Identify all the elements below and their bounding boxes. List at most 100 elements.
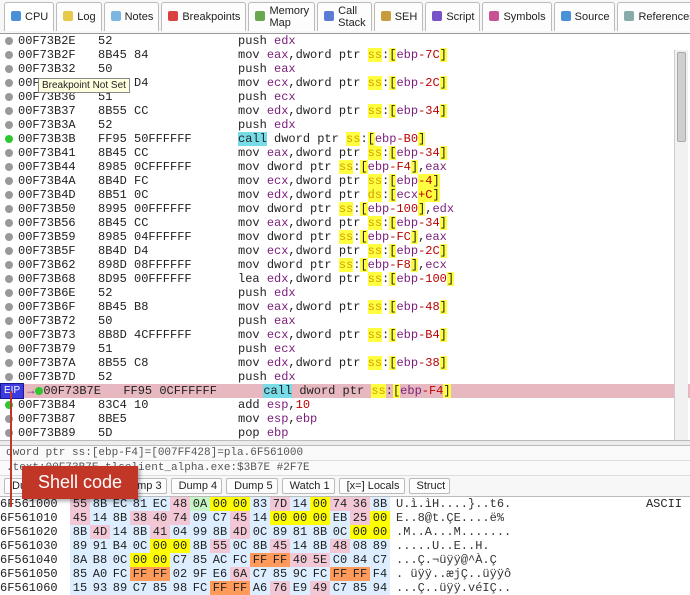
tab-breakpoints[interactable]: Breakpoints xyxy=(161,2,246,31)
hex-byte: 85 xyxy=(190,553,210,567)
hex-byte: 8B xyxy=(90,497,110,511)
breakpoint-bullet xyxy=(5,205,13,213)
breakpoint-bullet xyxy=(5,93,13,101)
disasm-row[interactable]: 00F73B2F8B45 84mov eax,dword ptr ss:[ebp… xyxy=(0,48,690,62)
breakpoint-gutter[interactable] xyxy=(0,359,18,367)
scrollbar[interactable] xyxy=(674,50,688,440)
dump-tab-5[interactable]: Watch 1 xyxy=(282,478,335,494)
hex-row[interactable]: 6F56105085A0FCFFFF029FE66AC7859CFCFFFFF4… xyxy=(0,567,690,581)
hex-row[interactable]: 6F5610208B4D148B4104998B4D0C89818B0C0000… xyxy=(0,525,690,539)
breakpoint-gutter[interactable] xyxy=(0,51,18,59)
breakpoint-gutter[interactable] xyxy=(0,429,18,437)
hex-row[interactable]: 6F561000558BEC81EC480A0000837D140074368B… xyxy=(0,497,690,511)
tab-script[interactable]: Script xyxy=(425,2,480,31)
breakpoint-gutter[interactable] xyxy=(0,275,18,283)
disasm-row[interactable]: 00F73B688D95 00FFFFFFlea edx,dword ptr s… xyxy=(0,272,690,286)
breakpoint-gutter[interactable] xyxy=(0,317,18,325)
scrollbar-thumb[interactable] xyxy=(677,52,686,142)
hex-byte: FF xyxy=(330,567,350,581)
tab-source[interactable]: Source xyxy=(554,2,616,31)
disasm-row[interactable]: 00F73B895Dpop ebp xyxy=(0,426,690,440)
tab-symbols[interactable]: Symbols xyxy=(482,2,551,31)
disasm-row[interactable]: 00F73B3BFF95 50FFFFFFcall dword ptr ss:[… xyxy=(0,132,690,146)
hex-bytes: 159389C78598FCFFFFA676E949C78594 xyxy=(70,581,390,595)
breakpoint-gutter[interactable] xyxy=(0,37,18,45)
disasm-row[interactable]: 00F73B738B8D 4CFFFFFFmov ecx,dword ptr s… xyxy=(0,328,690,342)
disasm-row[interactable]: 00F73B4D8B51 0Cmov edx,dword ptr ds:[ecx… xyxy=(0,188,690,202)
hex-byte: 6A xyxy=(230,567,250,581)
breakpoint-gutter[interactable] xyxy=(0,121,18,129)
hex-row[interactable]: 6F561060159389C78598FCFFFFA676E949C78594… xyxy=(0,581,690,595)
tab-label: CPU xyxy=(25,11,48,23)
hex-row[interactable]: 6F5610408AB80C0000C785ACFCFFFF405EC084C7… xyxy=(0,553,690,567)
breakpoint-gutter[interactable] xyxy=(0,331,18,339)
disasm-row[interactable]: 00F73B5F8B4D D4mov ecx,dword ptr ss:[ebp… xyxy=(0,244,690,258)
address: 00F73B56 xyxy=(18,216,98,230)
tab-seh[interactable]: SEH xyxy=(374,2,424,31)
breakpoint-gutter[interactable] xyxy=(0,135,18,143)
hex-row[interactable]: 6F56101045148B38407409C74514000000EB2500… xyxy=(0,511,690,525)
disasm-row[interactable]: 00F73B6F8B45 B8mov eax,dword ptr ss:[ebp… xyxy=(0,300,690,314)
disasm-row[interactable]: EIP→00F73B7EFF95 0CFFFFFFcall dword ptr … xyxy=(0,384,690,398)
disasm-row[interactable]: 00F73B6E52push edx xyxy=(0,286,690,300)
disasm-row[interactable]: 00F73B8483C4 10add esp,10 xyxy=(0,398,690,412)
disasm-row[interactable]: 00F73B7A8B55 C8mov edx,dword ptr ss:[ebp… xyxy=(0,356,690,370)
breakpoint-bullet xyxy=(5,163,13,171)
disasm-row[interactable]: 00F73B378B55 CCmov edx,dword ptr ss:[ebp… xyxy=(0,104,690,118)
breakpoint-gutter[interactable] xyxy=(0,261,18,269)
breakpoint-gutter[interactable] xyxy=(0,93,18,101)
disasm-row[interactable]: 00F73B3250push eax xyxy=(0,62,690,76)
dump-tab-6[interactable]: [x=] Locals xyxy=(339,478,405,494)
disasm-row[interactable]: 00F73B418B45 CCmov eax,dword ptr ss:[ebp… xyxy=(0,146,690,160)
hex-byte: FF xyxy=(350,567,370,581)
breakpoint-gutter[interactable] xyxy=(0,177,18,185)
breakpoint-gutter[interactable] xyxy=(0,149,18,157)
breakpoint-gutter[interactable] xyxy=(0,373,18,381)
disasm-row[interactable]: 00F73B3A52push edx xyxy=(0,118,690,132)
hex-row[interactable]: 6F5610308991B40C00008B550C8B45148B480889… xyxy=(0,539,690,553)
disasm-row[interactable]: 00F73B2E52push edx xyxy=(0,34,690,48)
breakpoint-gutter[interactable] xyxy=(0,345,18,353)
breakpoint-gutter[interactable] xyxy=(0,107,18,115)
hex-byte: 99 xyxy=(190,525,210,539)
disasm-row[interactable]: 00F73B878BE5mov esp,ebp xyxy=(0,412,690,426)
disasm-row[interactable]: 00F73B508995 00FFFFFFmov dword ptr ss:[e… xyxy=(0,202,690,216)
disasm-row[interactable]: 00F73B568B45 CCmov eax,dword ptr ss:[ebp… xyxy=(0,216,690,230)
tab-memory-map[interactable]: Memory Map xyxy=(248,2,315,31)
dump-tab-4[interactable]: Dump 5 xyxy=(226,478,278,494)
dump-tab-3[interactable]: Dump 4 xyxy=(171,478,223,494)
hex-byte: 9F xyxy=(190,567,210,581)
breakpoint-gutter[interactable] xyxy=(0,219,18,227)
breakpoint-gutter[interactable] xyxy=(0,79,18,87)
disasm-row[interactable]: 00F73B7250push eax xyxy=(0,314,690,328)
breakpoint-bullet xyxy=(5,317,13,325)
disasm-row[interactable]: 00F73B7D52push edx xyxy=(0,370,690,384)
breakpoint-gutter[interactable] xyxy=(0,65,18,73)
tab-notes[interactable]: Notes xyxy=(104,2,160,31)
breakpoint-gutter[interactable] xyxy=(0,415,18,423)
instruction: mov ecx,dword ptr ss:[ebp-2C] xyxy=(238,244,447,258)
breakpoint-gutter[interactable] xyxy=(0,289,18,297)
hex-byte: 00 xyxy=(290,511,310,525)
breakpoint-gutter[interactable] xyxy=(0,163,18,171)
tab-call-stack[interactable]: Call Stack xyxy=(317,2,372,31)
tab-references[interactable]: References xyxy=(617,2,690,31)
breakpoint-gutter[interactable] xyxy=(0,303,18,311)
disasm-row[interactable]: 00F73B598985 04FFFFFFmov dword ptr ss:[e… xyxy=(0,230,690,244)
breakpoint-gutter[interactable] xyxy=(0,191,18,199)
tab-log[interactable]: Log xyxy=(56,2,101,31)
instruction: mov eax,dword ptr ss:[ebp-34] xyxy=(238,146,447,160)
dump-tab-7[interactable]: Struct xyxy=(409,478,451,494)
disasm-row[interactable]: 00F73B7951push ecx xyxy=(0,342,690,356)
breakpoint-gutter[interactable] xyxy=(0,247,18,255)
breakpoint-bullet xyxy=(5,65,13,73)
disasm-row[interactable]: 00F73B62898D 08FFFFFFmov dword ptr ss:[e… xyxy=(0,258,690,272)
disasm-row[interactable]: 00F73B448985 0CFFFFFFmov dword ptr ss:[e… xyxy=(0,160,690,174)
disasm-row[interactable]: 00F73B4A8B4D FCmov ecx,dword ptr ss:[ebp… xyxy=(0,174,690,188)
hex-byte: 74 xyxy=(170,511,190,525)
breakpoint-gutter[interactable] xyxy=(0,233,18,241)
breakpoint-gutter[interactable] xyxy=(0,205,18,213)
tab-cpu[interactable]: CPU xyxy=(4,2,54,31)
breakpoint-gutter[interactable] xyxy=(0,401,18,409)
opcode-bytes: FF95 0CFFFFFF xyxy=(123,384,263,398)
